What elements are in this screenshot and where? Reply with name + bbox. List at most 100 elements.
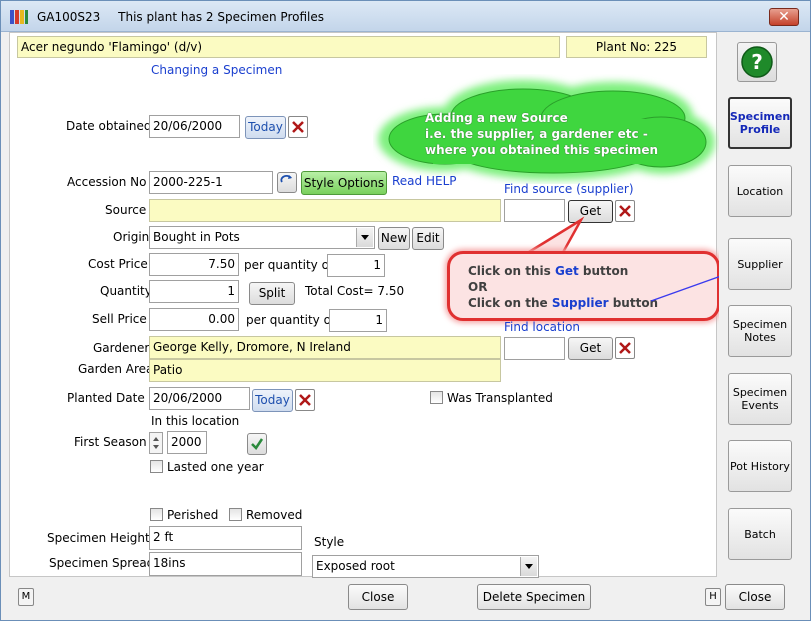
sell-per-quantity-label: per quantity of: [246, 313, 336, 327]
split-button[interactable]: Split: [249, 282, 295, 305]
style-options-button[interactable]: Style Options: [301, 171, 387, 195]
accession-label: Accession No: [67, 175, 147, 189]
date-obtained-today-button[interactable]: Today: [245, 116, 286, 139]
planted-date-today-button[interactable]: Today: [252, 389, 293, 412]
first-season-label: First Season: [74, 435, 147, 449]
sidebar: ? Specimen Profile Location Supplier Spe…: [719, 32, 810, 577]
note-or: OR: [468, 280, 488, 294]
sell-price-label: Sell Price: [92, 312, 147, 326]
refresh-icon: [280, 174, 292, 183]
origin-edit-button[interactable]: Edit: [412, 227, 444, 250]
window-close-button[interactable]: ✕: [769, 8, 799, 26]
spinner-arrows-icon: [153, 437, 159, 449]
delete-specimen-button[interactable]: Delete Specimen: [477, 584, 591, 610]
specimen-height-label: Specimen Height: [47, 531, 150, 545]
title-bar: GA100S23 This plant has 2 Specimen Profi…: [1, 1, 810, 32]
style-select[interactable]: Exposed root: [312, 555, 539, 578]
perished-checkbox[interactable]: [150, 508, 163, 521]
cloud-line: Adding a new Source: [425, 111, 568, 125]
clear-x-icon: [619, 342, 631, 354]
note-get-highlight: Get: [554, 264, 579, 278]
specimen-spread-label: Specimen Spread: [49, 556, 155, 570]
source-input[interactable]: [149, 199, 501, 222]
accession-refresh-button[interactable]: [277, 172, 297, 193]
origin-value: Bought in Pots: [153, 230, 240, 244]
date-obtained-label: Date obtained: [66, 119, 152, 133]
note-supplier-highlight: Supplier: [551, 296, 609, 310]
sidebar-item-supplier[interactable]: Supplier: [728, 238, 792, 290]
date-obtained-input[interactable]: 20/06/2000: [149, 115, 240, 138]
sidebar-item-specimen-events[interactable]: Specimen Events: [728, 373, 792, 425]
close-icon: ✕: [778, 9, 790, 25]
quantity-label: Quantity: [100, 284, 152, 298]
close-button-secondary[interactable]: Close: [725, 584, 785, 610]
planted-date-input[interactable]: 20/06/2000: [149, 387, 250, 410]
read-help-link[interactable]: Read HELP: [392, 174, 457, 188]
cloud-line: where you obtained this specimen: [425, 143, 659, 157]
location-search-input[interactable]: [504, 337, 565, 360]
gardener-input[interactable]: George Kelly, Dromore, N Ireland: [149, 336, 501, 359]
origin-new-button[interactable]: New: [378, 227, 410, 250]
accession-input[interactable]: 2000-225-1: [149, 171, 273, 194]
sidebar-item-specimen-profile[interactable]: Specimen Profile: [728, 97, 792, 149]
perished-label: Perished: [167, 508, 219, 522]
find-location-link[interactable]: Find location: [504, 320, 580, 334]
note-text: Click on this Get button OR Click on the…: [468, 263, 658, 311]
cost-price-label: Cost Price: [88, 257, 148, 271]
sidebar-item-pot-history[interactable]: Pot History: [728, 440, 792, 492]
specimen-spread-input[interactable]: 18ins: [149, 552, 302, 576]
planted-date-clear-button[interactable]: [295, 389, 315, 411]
window-message: This plant has 2 Specimen Profiles: [118, 10, 324, 24]
h-button[interactable]: H: [705, 588, 721, 606]
style-label: Style: [314, 535, 345, 549]
quantity-input[interactable]: 1: [149, 280, 239, 303]
cloud-line: i.e. the supplier, a gardener etc -: [425, 127, 648, 141]
window-code: GA100S23: [37, 10, 101, 24]
chevron-down-icon: [356, 228, 373, 247]
sidebar-item-specimen-notes[interactable]: Specimen Notes: [728, 305, 792, 357]
changing-specimen-link[interactable]: Changing a Specimen: [151, 63, 282, 77]
sidebar-item-location[interactable]: Location: [728, 165, 792, 217]
cloud-callout-text: Adding a new Source i.e. the supplier, a…: [425, 110, 658, 158]
first-season-confirm-button[interactable]: [247, 433, 267, 455]
was-transplanted-checkbox[interactable]: [430, 391, 443, 404]
location-get-button[interactable]: Get: [568, 337, 613, 360]
cost-price-input[interactable]: 7.50: [149, 253, 239, 276]
gardener-label: Gardener: [93, 341, 150, 355]
was-transplanted-label: Was Transplanted: [447, 391, 553, 405]
window-title: GA100S23 This plant has 2 Specimen Profi…: [37, 10, 338, 24]
location-clear-button[interactable]: [615, 337, 635, 359]
note-text-part: button: [578, 264, 629, 278]
removed-label: Removed: [246, 508, 303, 522]
clear-x-icon: [299, 394, 311, 406]
sell-quantity-input[interactable]: 1: [329, 309, 387, 332]
checkmark-icon: [251, 438, 264, 450]
clear-x-icon: [619, 205, 631, 217]
source-label: Source: [105, 203, 147, 217]
find-source-link[interactable]: Find source (supplier): [504, 182, 634, 196]
total-cost: Total Cost= 7.50: [305, 284, 405, 298]
close-button[interactable]: Close: [348, 584, 408, 610]
cost-quantity-input[interactable]: 1: [327, 254, 385, 277]
sell-price-input[interactable]: 0.00: [149, 308, 239, 331]
chevron-down-icon: [520, 557, 537, 576]
planted-date-label: Planted Date: [67, 391, 145, 405]
first-season-input[interactable]: 2000: [167, 431, 207, 454]
source-clear-button[interactable]: [615, 200, 635, 222]
lasted-one-year-checkbox[interactable]: [150, 460, 163, 473]
cost-per-quantity-label: per quantity of: [244, 258, 334, 272]
first-season-spinner[interactable]: [149, 432, 163, 454]
lasted-one-year-label: Lasted one year: [167, 460, 264, 474]
m-button[interactable]: M: [18, 588, 34, 606]
sidebar-item-batch[interactable]: Batch: [728, 508, 792, 560]
specimen-height-input[interactable]: 2 ft: [149, 526, 302, 550]
help-button[interactable]: ?: [737, 42, 777, 82]
date-obtained-clear-button[interactable]: [288, 116, 308, 138]
removed-checkbox[interactable]: [229, 508, 242, 521]
origin-select[interactable]: Bought in Pots: [149, 226, 375, 249]
garden-area-label: Garden Area: [78, 362, 154, 376]
plant-number: Plant No: 225: [566, 36, 707, 58]
origin-label: Origin: [113, 230, 150, 244]
garden-area-input[interactable]: Patio: [149, 359, 501, 382]
clear-x-icon: [292, 121, 304, 133]
